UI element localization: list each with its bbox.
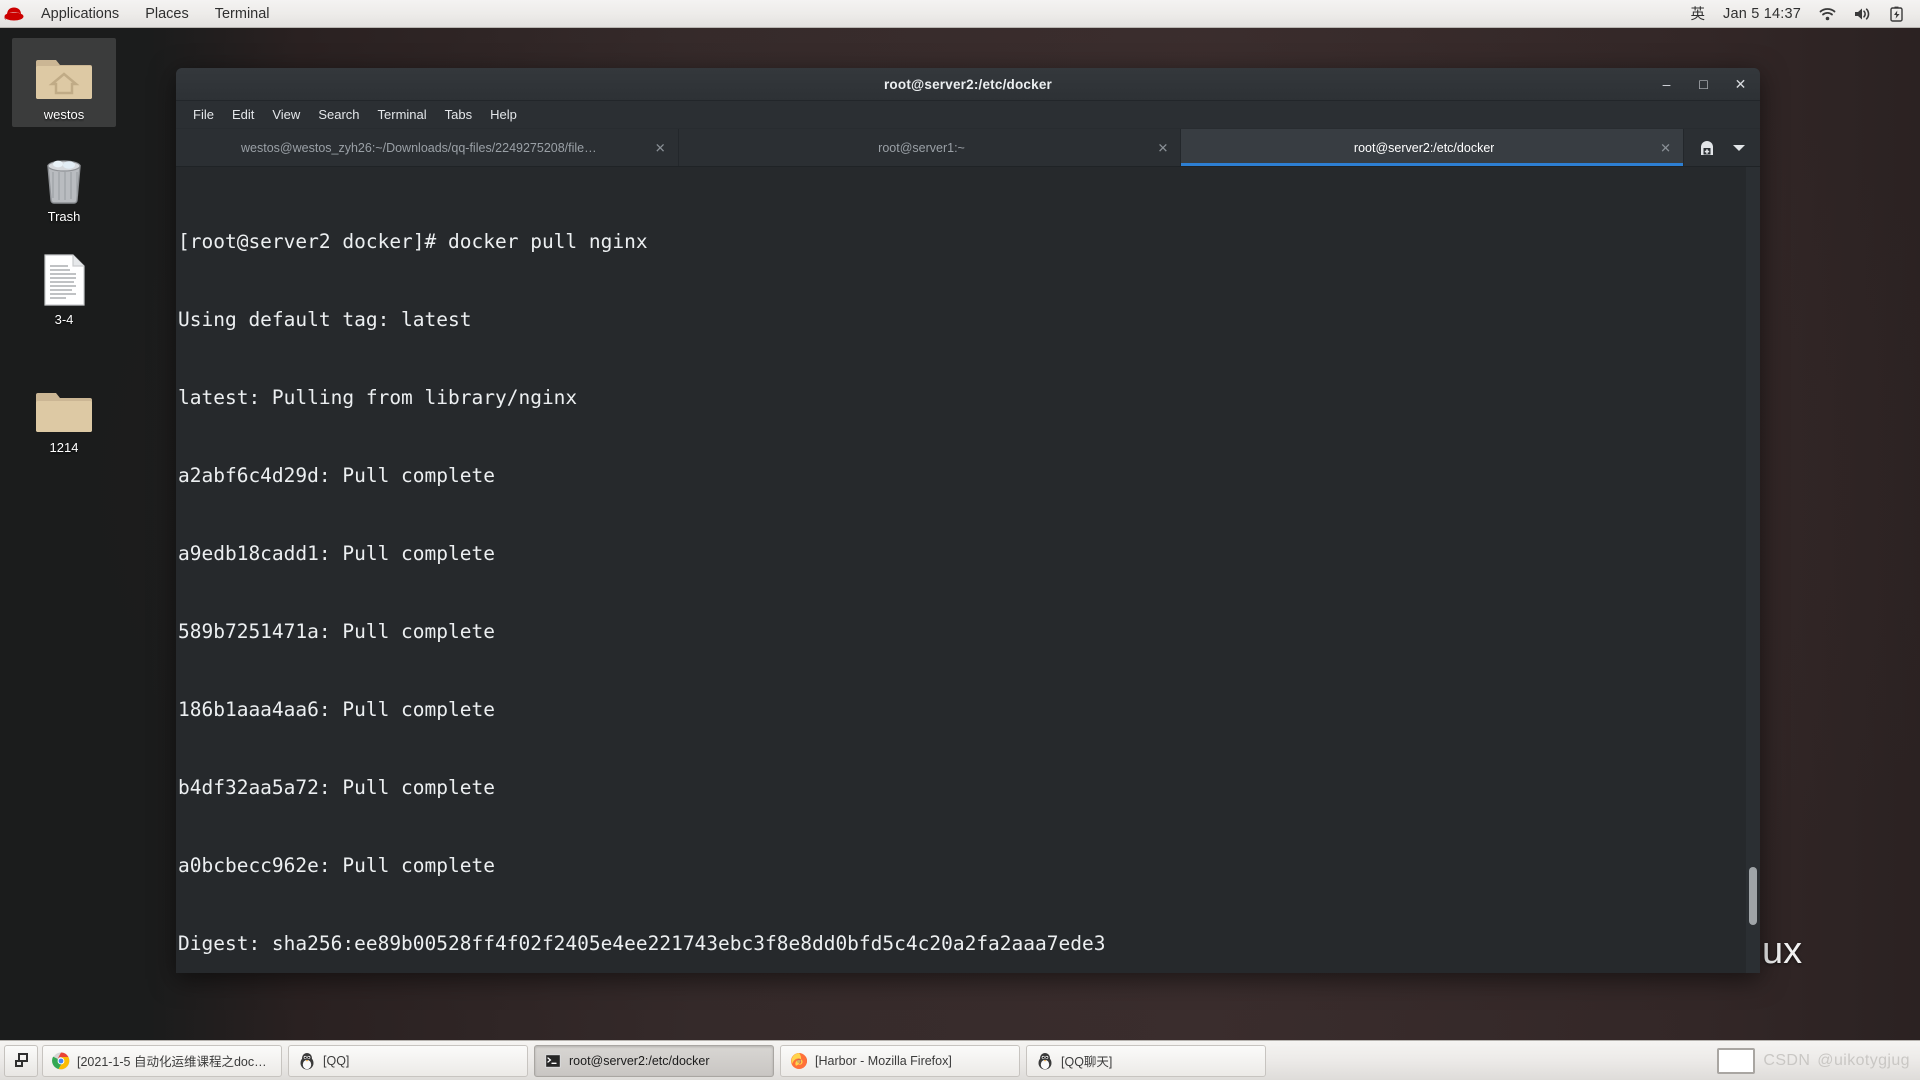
terminal-line: [root@server2 docker]# docker pull nginx bbox=[178, 230, 648, 253]
tab-label: root@server1:~ bbox=[878, 140, 965, 155]
document-icon bbox=[34, 249, 94, 307]
terminal-line: a2abf6c4d29d: Pull complete bbox=[178, 464, 495, 487]
desktop-icon-1214[interactable]: 1214 bbox=[12, 371, 116, 460]
terminal-body[interactable]: [root@server2 docker]# docker pull nginx… bbox=[176, 167, 1760, 973]
terminal-output: [root@server2 docker]# docker pull nginx… bbox=[176, 167, 1760, 973]
taskbar-item-firefox[interactable]: [Harbor - Mozilla Firefox] bbox=[780, 1044, 1020, 1077]
redhat-logo-icon[interactable] bbox=[0, 0, 28, 28]
tab-label: westos@westos_zyh26:~/Downloads/qq-files… bbox=[241, 140, 597, 155]
new-tab-icon[interactable] bbox=[1698, 139, 1716, 157]
menu-terminal[interactable]: Terminal bbox=[202, 0, 283, 27]
watermark-brand: CSDN bbox=[1763, 1051, 1811, 1069]
terminal-tab-2[interactable]: root@server1:~ ✕ bbox=[678, 129, 1182, 166]
taskbar-item-qq-chat[interactable]: [QQ聊天] bbox=[1026, 1044, 1266, 1077]
terminal-window[interactable]: root@server2:/etc/docker – □ ✕ File Edit… bbox=[176, 68, 1760, 973]
terminal-line: 589b7251471a: Pull complete bbox=[178, 620, 495, 643]
battery-icon[interactable] bbox=[1881, 0, 1912, 27]
tab-label: root@server2:/etc/docker bbox=[1353, 140, 1495, 155]
desktop-icon-label: 3-4 bbox=[54, 312, 74, 327]
input-method-indicator[interactable]: 英 bbox=[1682, 0, 1715, 27]
taskbar-item-label: [QQ聊天] bbox=[1061, 1055, 1113, 1069]
window-titlebar[interactable]: root@server2:/etc/docker – □ ✕ bbox=[176, 68, 1760, 101]
menubar: File Edit View Search Terminal Tabs Help bbox=[176, 101, 1760, 129]
tab-close-icon[interactable]: ✕ bbox=[655, 141, 666, 154]
desktop-icon-westos[interactable]: westos bbox=[12, 38, 116, 127]
chevron-down-icon[interactable] bbox=[1732, 143, 1746, 153]
desktop-icon-trash[interactable]: Trash bbox=[12, 140, 116, 229]
taskbar-item-label: [2021-1-5 自动化运维课程之docker… bbox=[77, 1055, 272, 1069]
top-panel: Applications Places Terminal 英 Jan 5 14:… bbox=[0, 0, 1920, 28]
tab-close-icon[interactable]: ✕ bbox=[1157, 141, 1168, 154]
terminal-line: a9edb18cadd1: Pull complete bbox=[178, 542, 495, 565]
desktop-icon-label: westos bbox=[43, 107, 85, 122]
trash-icon bbox=[34, 146, 94, 204]
maximize-button[interactable]: □ bbox=[1696, 77, 1711, 92]
wifi-icon[interactable] bbox=[1810, 0, 1845, 27]
menu-view[interactable]: View bbox=[263, 101, 309, 129]
top-panel-left: Applications Places Terminal bbox=[0, 0, 283, 27]
menu-places[interactable]: Places bbox=[132, 0, 202, 27]
desktop-icon-label: 1214 bbox=[49, 440, 79, 455]
terminal-line: a0bcbecc962e: Pull complete bbox=[178, 854, 495, 877]
workspace-switcher[interactable] bbox=[1717, 1047, 1756, 1074]
taskbar-left bbox=[4, 1044, 42, 1077]
menu-tabs[interactable]: Tabs bbox=[436, 101, 481, 129]
terminal-line: Using default tag: latest bbox=[178, 308, 472, 331]
volume-icon[interactable] bbox=[1845, 0, 1881, 27]
terminal-line: 186b1aaa4aa6: Pull complete bbox=[178, 698, 495, 721]
desktop-icon-3-4[interactable]: 3-4 bbox=[12, 243, 116, 332]
taskbar: [2021-1-5 自动化运维课程之docker… [QQ] root@serv… bbox=[0, 1040, 1920, 1080]
terminal-icon bbox=[544, 1052, 562, 1070]
desktop-icon-label: Trash bbox=[47, 209, 81, 224]
taskbar-item-chrome[interactable]: [2021-1-5 自动化运维课程之docker… bbox=[42, 1044, 282, 1077]
taskbar-right: CSDN @uikotygjug bbox=[1707, 1047, 1916, 1074]
terminal-line: Digest: sha256:ee89b00528ff4f02f2405e4ee… bbox=[178, 932, 1106, 955]
menu-applications[interactable]: Applications bbox=[28, 0, 132, 27]
tab-close-icon[interactable]: ✕ bbox=[1660, 141, 1671, 154]
qq-penguin-icon bbox=[298, 1052, 316, 1070]
wallpaper-text: ux bbox=[1762, 930, 1803, 972]
taskbar-item-label: root@server2:/etc/docker bbox=[569, 1053, 710, 1068]
close-button[interactable]: ✕ bbox=[1733, 77, 1748, 92]
menu-terminal[interactable]: Terminal bbox=[369, 101, 436, 129]
scrollbar-thumb[interactable] bbox=[1749, 867, 1757, 925]
taskbar-item-terminal[interactable]: root@server2:/etc/docker bbox=[534, 1044, 774, 1077]
terminal-tab-1[interactable]: westos@westos_zyh26:~/Downloads/qq-files… bbox=[176, 129, 679, 166]
taskbar-item-qq[interactable]: [QQ] bbox=[288, 1044, 528, 1077]
terminal-line: b4df32aa5a72: Pull complete bbox=[178, 776, 495, 799]
menu-file[interactable]: File bbox=[184, 101, 223, 129]
minimize-button[interactable]: – bbox=[1659, 77, 1674, 92]
tabbar: westos@westos_zyh26:~/Downloads/qq-files… bbox=[176, 129, 1760, 167]
watermark-user: @uikotygjug bbox=[1817, 1051, 1910, 1069]
show-desktop-icon[interactable] bbox=[4, 1044, 38, 1077]
home-folder-icon bbox=[34, 44, 94, 102]
taskbar-item-label: [QQ] bbox=[323, 1053, 350, 1068]
window-title: root@server2:/etc/docker bbox=[883, 76, 1053, 92]
watermark: CSDN @uikotygjug bbox=[1763, 1052, 1910, 1070]
terminal-line: latest: Pulling from library/nginx bbox=[178, 386, 578, 409]
terminal-scrollbar[interactable] bbox=[1746, 167, 1760, 973]
window-controls: – □ ✕ bbox=[1659, 77, 1760, 92]
menu-edit[interactable]: Edit bbox=[223, 101, 263, 129]
desktop[interactable]: ux westos Trash 3-4 1214 Applications Pl… bbox=[0, 0, 1920, 1080]
menu-help[interactable]: Help bbox=[481, 101, 526, 129]
top-panel-right: 英 Jan 5 14:37 bbox=[1682, 0, 1920, 27]
terminal-tab-3[interactable]: root@server2:/etc/docker ✕ bbox=[1181, 129, 1685, 166]
qq-penguin-icon bbox=[1036, 1052, 1054, 1070]
firefox-icon bbox=[790, 1052, 808, 1070]
clock[interactable]: Jan 5 14:37 bbox=[1714, 0, 1810, 27]
taskbar-items: [2021-1-5 自动化运维课程之docker… [QQ] root@serv… bbox=[42, 1044, 1707, 1077]
menu-search[interactable]: Search bbox=[309, 101, 368, 129]
chrome-icon bbox=[52, 1052, 70, 1070]
folder-icon bbox=[34, 377, 94, 435]
tabbar-tools bbox=[1684, 129, 1760, 166]
taskbar-item-label: [Harbor - Mozilla Firefox] bbox=[815, 1053, 952, 1068]
